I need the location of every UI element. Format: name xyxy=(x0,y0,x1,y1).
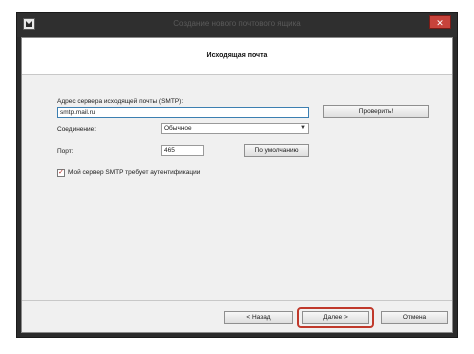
smtp-server-input[interactable]: smtp.mail.ru xyxy=(57,107,309,118)
header-band: Исходящая почта xyxy=(22,38,452,75)
smtp-server-label: Адрес сервера исходящей почты (SMTP): xyxy=(57,98,184,105)
next-button[interactable]: Далее > xyxy=(302,311,369,324)
page-title: Исходящая почта xyxy=(206,52,268,59)
auth-checkbox-label: Мой сервер SMTP требует аутентификации xyxy=(68,169,201,176)
connection-label: Соединение: xyxy=(57,126,97,133)
cancel-button[interactable]: Отмена xyxy=(381,311,448,324)
port-input[interactable]: 465 xyxy=(161,145,204,156)
checkmark-icon: ✓ xyxy=(58,169,64,176)
footer-separator xyxy=(22,300,452,301)
close-button[interactable]: ✕ xyxy=(429,15,451,29)
auth-checkbox[interactable]: ✓ xyxy=(57,169,65,177)
back-button[interactable]: < Назад xyxy=(224,311,293,324)
connection-select-value: Обычное xyxy=(164,125,192,132)
window-title: Создание нового почтового ящика xyxy=(173,19,301,28)
chevron-down-icon: ▼ xyxy=(300,125,306,131)
dialog-content: Исходящая почта Адрес сервера исходящей … xyxy=(21,37,453,333)
check-button[interactable]: Проверить! xyxy=(323,105,429,118)
smtp-settings-panel: Адрес сервера исходящей почты (SMTP): sm… xyxy=(57,98,442,290)
title-bar: Создание нового почтового ящика ✕ xyxy=(17,13,457,37)
port-label: Порт: xyxy=(57,148,74,155)
dialog-window: Создание нового почтового ящика ✕ Исходя… xyxy=(16,12,458,338)
default-port-button[interactable]: По умолчанию xyxy=(244,144,309,157)
connection-select[interactable]: Обычное ▼ xyxy=(161,123,309,134)
